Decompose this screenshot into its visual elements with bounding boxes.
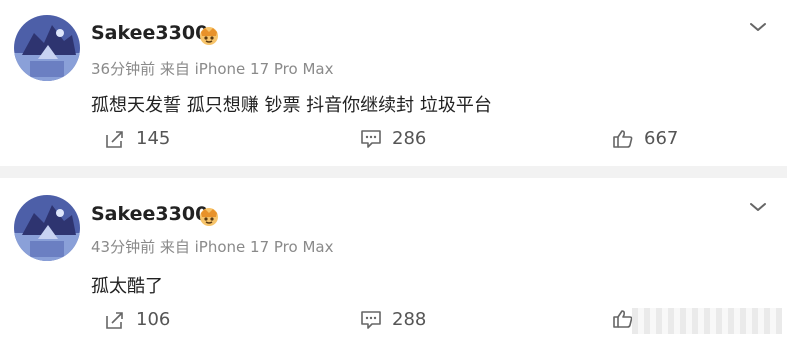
watermark-overlay [632,308,782,334]
comment-icon [361,310,381,329]
card-divider [0,166,787,178]
username[interactable]: Sakee3300 [91,203,208,225]
post-source: 来自 iPhone 17 Pro Max [159,60,334,78]
vip-crown-badge-icon [200,208,218,226]
post-meta: 36分钟前 来自 iPhone 17 Pro Max [91,58,333,79]
vip-crown-badge-icon [200,27,218,45]
comment-text: 孤想天发誓 孤只想赚 钞票 抖音你继续封 垃圾平台 [91,95,492,116]
comment-count: 286 [392,128,427,149]
like-button[interactable]: 667 [612,128,678,149]
comment-text: 孤太酷了 [91,276,163,297]
comment-button[interactable]: 288 [360,309,426,330]
chevron-down-icon[interactable] [748,20,768,34]
post-source: 来自 iPhone 17 Pro Max [159,238,334,256]
post-time: 36分钟前 [91,60,156,78]
post-meta: 43分钟前 来自 iPhone 17 Pro Max [91,236,333,257]
share-count: 106 [136,309,171,330]
like-icon [613,129,633,148]
comment-card: Sakee3300 43分钟前 来自 iPhone 17 Pro Max 孤太酷… [0,178,787,348]
avatar[interactable] [14,195,80,261]
comment-card: Sakee3300 36分钟前 来自 iPhone 17 Pro Max 孤想天… [0,0,787,166]
share-button[interactable]: 106 [104,309,170,330]
like-button[interactable] [612,309,634,329]
chevron-down-icon[interactable] [748,200,768,214]
comment-button[interactable]: 286 [360,128,426,149]
avatar[interactable] [14,15,80,81]
avatar-image [14,15,80,81]
comment-feed: Sakee3300 36分钟前 来自 iPhone 17 Pro Max 孤想天… [0,0,787,348]
share-icon [106,311,123,329]
avatar-image [14,195,80,261]
comment-count: 288 [392,309,427,330]
share-count: 145 [136,128,171,149]
comment-icon [361,129,381,148]
post-time: 43分钟前 [91,238,156,256]
like-count: 667 [644,128,679,149]
like-icon [613,310,633,328]
username[interactable]: Sakee3300 [91,22,208,44]
share-button[interactable]: 145 [104,128,170,149]
share-icon [106,130,123,148]
